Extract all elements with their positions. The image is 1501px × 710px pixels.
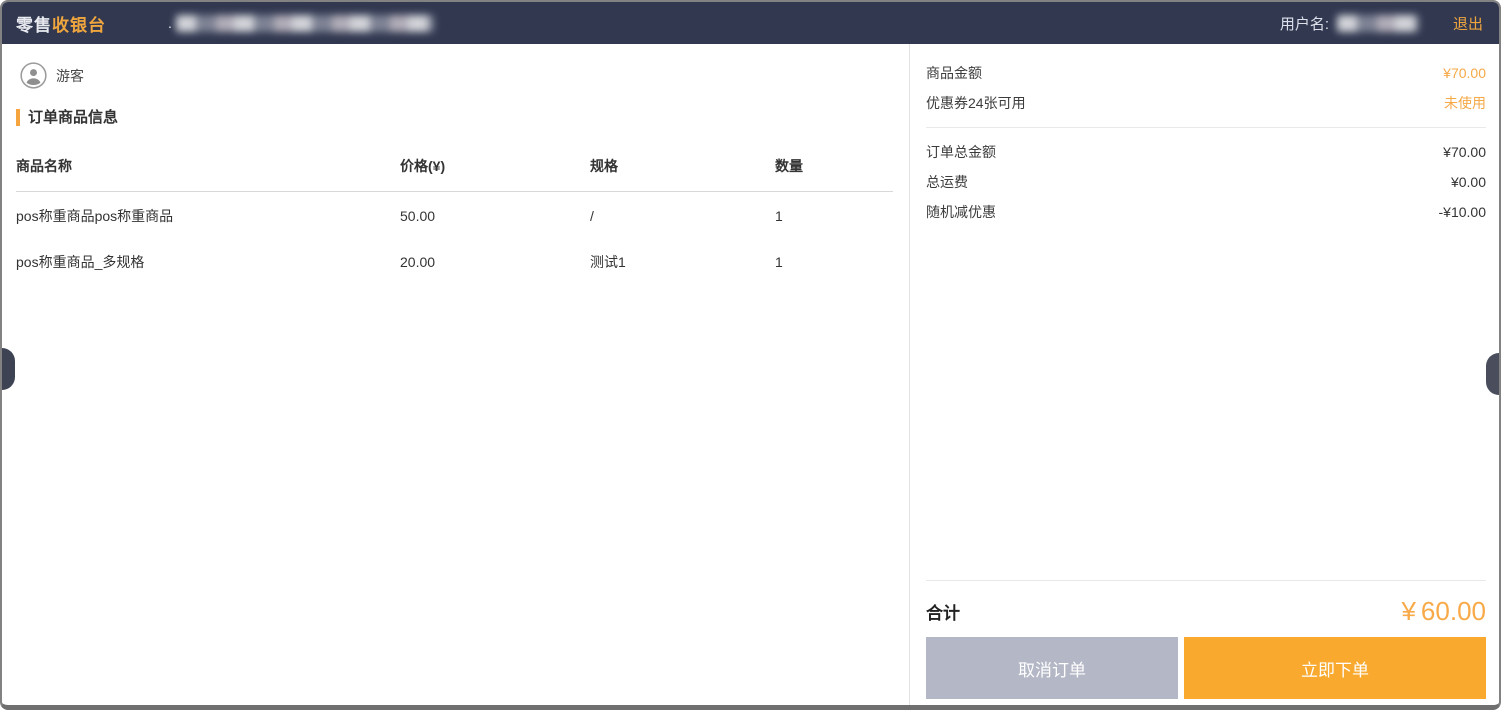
table-header-row: 商品名称 价格(¥) 规格 数量 [16,150,893,192]
order-total-label: 订单总金额 [926,142,996,162]
checkout-actions: 取消订单 立即下单 [926,637,1486,699]
order-items-panel: 游客 订单商品信息 商品名称 价格(¥) 规格 数量 pos称重商品pos称重商… [2,44,910,705]
app-title-prefix: 零售 [16,16,52,35]
topbar: 零售收银台 . 用户名: 退出 [2,2,1499,44]
col-header-spec: 规格 [590,150,775,192]
coupon-status[interactable]: 未使用 [1444,93,1486,113]
summary-spacer [926,227,1486,571]
table-row: pos称重商品pos称重商品 50.00 / 1 [16,192,893,239]
order-summary-panel: 商品金额 ¥70.00 优惠券24张可用 未使用 订单总金额 ¥70.00 总运… [910,44,1499,705]
freight-value: ¥0.00 [1451,174,1486,190]
freight-label: 总运费 [926,172,968,192]
summary-row-random-discount: 随机减优惠 -¥10.00 [926,197,1486,227]
customer-row: 游客 [20,62,893,89]
summary-row-freight: 总运费 ¥0.00 [926,167,1486,197]
redacted-prefix: . [168,15,172,31]
order-total-value: ¥70.00 [1443,144,1486,160]
col-header-qty: 数量 [775,150,893,192]
summary-row-goods-amount: 商品金额 ¥70.00 [926,58,1486,88]
total-currency: ¥ [1401,596,1415,626]
summary-divider [926,127,1486,128]
main-content: 游客 订单商品信息 商品名称 价格(¥) 规格 数量 pos称重商品pos称重商… [2,44,1499,705]
cell-price: 50.00 [400,192,590,239]
cell-product-name: pos称重商品pos称重商品 [16,192,400,239]
goods-amount-label: 商品金额 [926,63,982,83]
section-title-order-items: 订单商品信息 [16,109,893,126]
cell-spec: / [590,192,775,239]
random-discount-value: -¥10.00 [1439,204,1486,220]
col-header-price: 价格(¥) [400,150,590,192]
col-header-product-name: 商品名称 [16,150,400,192]
pos-window: 零售收银台 . 用户名: 退出 游客 订单商品信息 [0,0,1501,710]
total-value: 60.00 [1421,596,1486,626]
summary-row-coupon[interactable]: 优惠券24张可用 未使用 [926,88,1486,118]
logout-button[interactable]: 退出 [1453,13,1483,34]
summary-row-order-total: 订单总金额 ¥70.00 [926,137,1486,167]
cancel-order-button[interactable]: 取消订单 [926,637,1178,699]
total-amount: ¥60.00 [1401,596,1486,627]
total-label: 合计 [926,599,960,624]
cell-product-name: pos称重商品_多规格 [16,238,400,284]
app-title: 零售收银台 [16,11,106,36]
goods-amount-value: ¥70.00 [1443,65,1486,81]
coupon-label: 优惠券24张可用 [926,93,1026,113]
total-divider [926,580,1486,581]
table-row: pos称重商品_多规格 20.00 测试1 1 [16,238,893,284]
redacted-username [1337,15,1419,32]
guest-avatar-icon [20,62,47,89]
redacted-store-name [176,15,434,32]
left-drawer-handle[interactable] [2,348,15,390]
order-items-table: 商品名称 价格(¥) 规格 数量 pos称重商品pos称重商品 50.00 / … [16,150,893,284]
cell-price: 20.00 [400,238,590,284]
cell-qty: 1 [775,238,893,284]
submit-order-button[interactable]: 立即下单 [1184,637,1486,699]
cell-qty: 1 [775,192,893,239]
username-label: 用户名: [1280,13,1329,34]
app-title-accent: 收银台 [52,16,106,35]
right-drawer-handle[interactable] [1486,353,1499,395]
random-discount-label: 随机减优惠 [926,202,996,222]
customer-name: 游客 [56,66,84,86]
total-row: 合计 ¥60.00 [926,596,1486,627]
cell-spec: 测试1 [590,238,775,284]
